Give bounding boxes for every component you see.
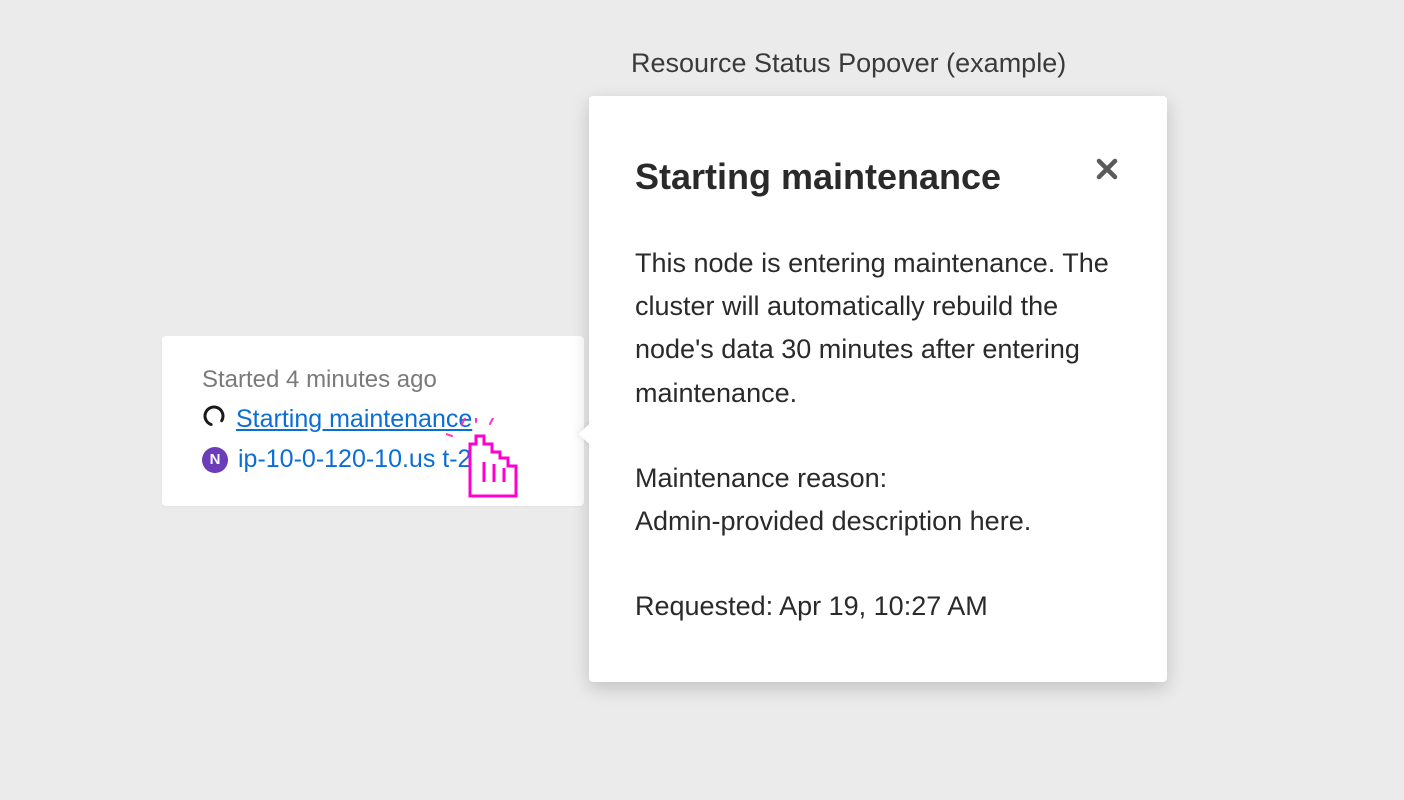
- node-badge-icon: N: [202, 447, 228, 473]
- reason-value: Admin-provided description here.: [635, 506, 1031, 536]
- close-icon: [1095, 152, 1119, 188]
- popover-arrow-icon: [578, 420, 594, 448]
- popover-body: This node is entering maintenance. The c…: [635, 242, 1121, 628]
- node-link[interactable]: ip-10-0-120-10.us t-2.: [238, 445, 478, 474]
- spinner-icon: [202, 404, 226, 435]
- started-text: Started 4 minutes ago: [202, 366, 550, 394]
- popover-title: Starting maintenance: [635, 156, 1001, 198]
- popover-header: Starting maintenance: [635, 156, 1121, 198]
- status-popover: Starting maintenance This node is enteri…: [589, 96, 1167, 682]
- popover-description: This node is entering maintenance. The c…: [635, 242, 1121, 415]
- resource-card: Started 4 minutes ago Starting maintenan…: [162, 336, 584, 506]
- popover-reason: Maintenance reason: Admin-provided descr…: [635, 457, 1121, 543]
- status-row: Starting maintenance: [202, 404, 550, 435]
- node-row: N ip-10-0-120-10.us t-2.: [202, 445, 550, 474]
- close-button[interactable]: [1093, 152, 1121, 188]
- status-link[interactable]: Starting maintenance: [236, 405, 472, 434]
- page-title: Resource Status Popover (example): [631, 48, 1066, 79]
- popover-requested: Requested: Apr 19, 10:27 AM: [635, 585, 1121, 628]
- reason-label: Maintenance reason:: [635, 463, 887, 493]
